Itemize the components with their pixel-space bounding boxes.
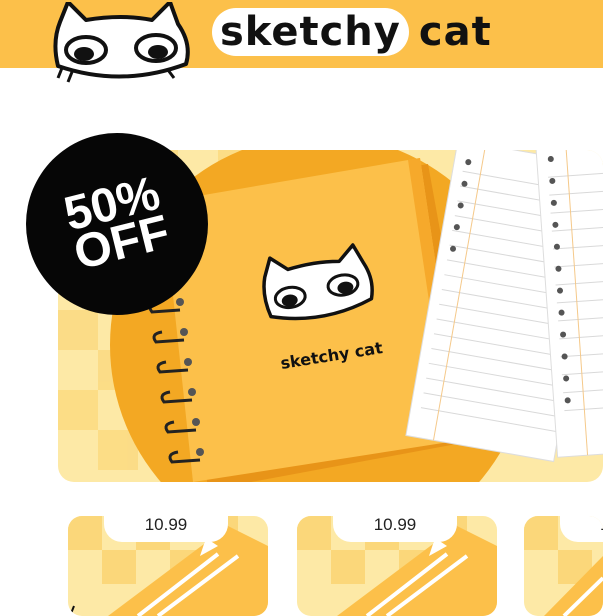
product-card[interactable]: 10.99 <box>68 516 268 616</box>
cat-face-logo-icon[interactable] <box>52 2 192 84</box>
discount-badge: 50% OFF <box>26 133 208 315</box>
product-card[interactable]: 10.99 <box>297 516 497 616</box>
product-card[interactable]: 10.99 <box>524 516 603 616</box>
brand-word-sketchy: sketchy <box>212 8 409 56</box>
brand-title[interactable]: sketchy cat <box>212 2 492 62</box>
product-price: 10.99 <box>560 516 603 542</box>
product-price: 10.99 <box>104 516 228 542</box>
discount-badge-text: 50% OFF <box>59 166 175 281</box>
brand-word-cat: cat <box>418 9 492 55</box>
product-price: 10.99 <box>333 516 457 542</box>
